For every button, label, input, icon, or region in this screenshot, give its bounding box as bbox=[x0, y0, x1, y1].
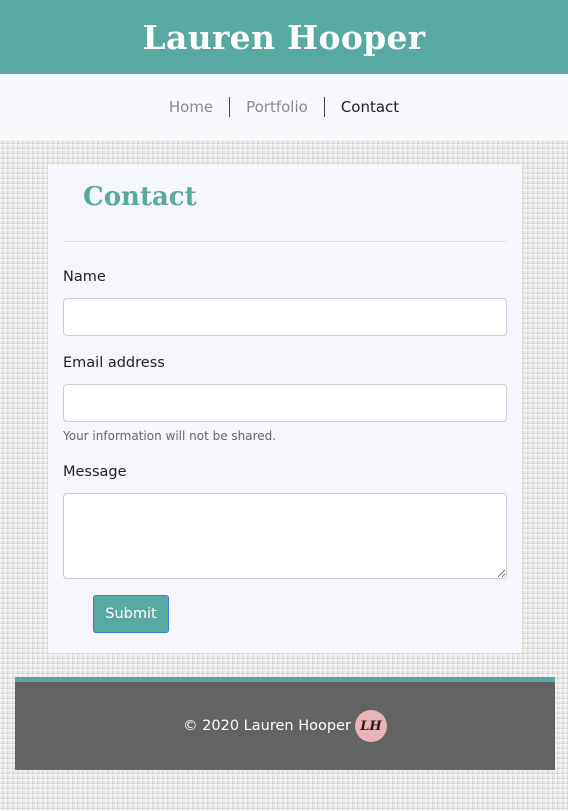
message-label: Message bbox=[63, 464, 127, 480]
submit-button[interactable]: Submit bbox=[93, 595, 169, 633]
site-footer: © 2020 Lauren Hooper LH bbox=[15, 677, 555, 770]
site-header: Lauren Hooper bbox=[0, 0, 568, 74]
name-label: Name bbox=[63, 269, 106, 285]
site-title: Lauren Hooper bbox=[142, 17, 426, 57]
email-help-text: Your information will not be shared. bbox=[63, 429, 277, 443]
nav-link-contact[interactable]: Contact bbox=[325, 97, 415, 117]
nav-link-portfolio[interactable]: Portfolio bbox=[230, 97, 324, 117]
main-nav: Home Portfolio Contact bbox=[0, 74, 568, 140]
message-textarea[interactable] bbox=[63, 493, 507, 579]
page-title: Contact bbox=[83, 182, 197, 212]
nav-link-home[interactable]: Home bbox=[153, 97, 229, 117]
footer-copyright: © 2020 Lauren Hooper bbox=[183, 718, 351, 734]
title-divider bbox=[63, 241, 507, 242]
email-label: Email address bbox=[63, 355, 165, 371]
lh-logo-icon: LH bbox=[354, 710, 387, 742]
name-input[interactable] bbox=[63, 298, 507, 336]
contact-card: Contact Name Email address Your informat… bbox=[48, 164, 522, 653]
email-input[interactable] bbox=[63, 384, 507, 422]
